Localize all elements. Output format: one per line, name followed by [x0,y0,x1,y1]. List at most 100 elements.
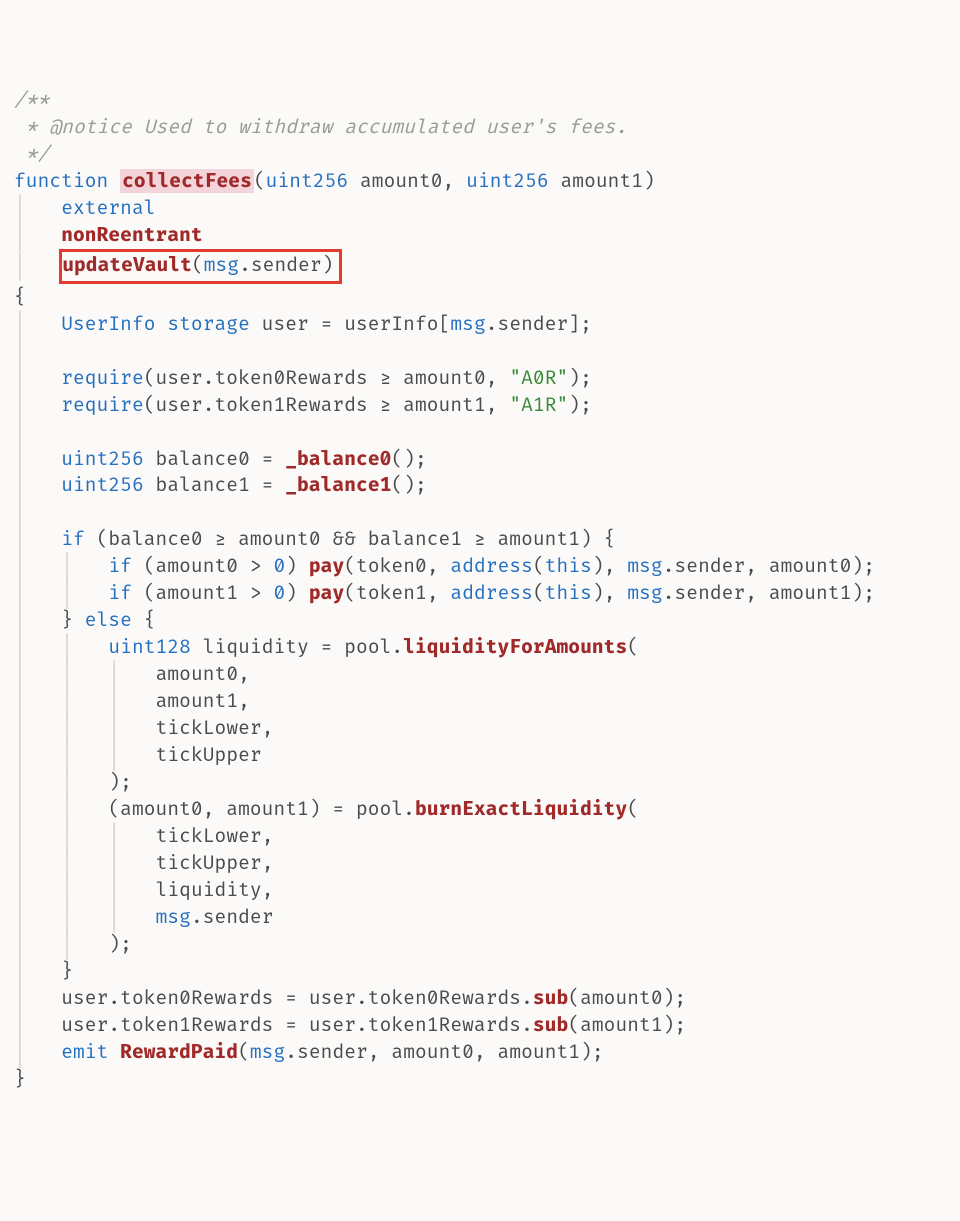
indent-guide: │ [14,878,26,902]
msg-sender: msg [204,253,239,277]
msg-ident: msg [627,554,662,578]
code-text: ( [533,554,545,578]
code-text: ( [238,1040,250,1064]
code-text: .sender, amount1); [663,581,875,605]
indent-guide: │ [14,608,26,632]
code-text: ( [627,797,639,821]
paren-open: ( [254,169,266,193]
paren-close: ) [643,169,655,193]
indent-guide: │ [14,312,26,336]
keyword-require: require [61,366,144,390]
indent-guide: │ [108,851,120,875]
paren-open: ( [192,253,204,277]
indent-guide: │ [14,473,26,497]
code-text: user = userInfo[ [250,312,450,336]
keyword-address: address [450,581,533,605]
indent-guide: │ [61,824,73,848]
arg: amount1, [156,689,250,713]
indent-guide: │ [61,851,73,875]
indent-guide: │ [14,1040,26,1064]
indent-guide: │ [61,743,73,767]
number-literal: 0 [273,554,285,578]
indent-guide: │ [14,393,26,417]
indent-guide: │ [14,662,26,686]
indent-guide: │ [108,743,120,767]
string-literal: "A0R" [509,366,568,390]
code-text: (); [391,473,426,497]
code-text: ); [108,770,132,794]
code-text: ), [592,581,627,605]
modifier-external: external [61,196,155,220]
fn-balance1: _balance1 [285,473,391,497]
arg: tickLower, [156,716,274,740]
indent-guide: │ [14,527,26,551]
indent-guide: │ [61,878,73,902]
modifier-nonreentrant: nonReentrant [61,223,203,247]
highlight-box: updateVault(msg.sender) [59,249,342,284]
indent-guide: │ [14,635,26,659]
code-text: ) [285,554,309,578]
code-text: (token0, [344,554,450,578]
comment-line: */ [14,142,49,166]
code-text: ); [568,366,592,390]
code-text: (amount0 > [132,554,274,578]
code-text: } [61,608,85,632]
indent-guide: │ [14,851,26,875]
code-text: (amount0, amount1) = pool. [108,797,415,821]
code-text: user.token1Rewards = user.token1Rewards. [61,1013,533,1037]
indent-guide: │ [61,689,73,713]
indent-guide: │ [14,797,26,821]
paren-close: ) [322,253,334,277]
brace-open: { [14,285,26,309]
indent-guide: │ [108,905,120,929]
indent-guide: │ [14,959,26,983]
fn-sub: sub [533,986,568,1010]
indent-guide: │ [108,662,120,686]
code-text: (amount1 > [132,581,274,605]
keyword-function: function [14,169,108,193]
indent-guide: │ [61,797,73,821]
indent-guide: │ [14,932,26,956]
brace-close: } [61,959,73,983]
code-text: (balance0 ≥ amount0 && balance1 ≥ amount… [85,527,616,551]
param-name: amount1 [549,169,643,193]
type-uint256: uint256 [61,447,144,471]
msg-ident: msg [156,905,191,929]
arg: tickUpper [156,743,262,767]
fn-balance0: _balance0 [285,447,391,471]
fn-pay: pay [309,581,344,605]
keyword-else: else [85,608,132,632]
indent-guide: │ [108,824,120,848]
code-text: ( [533,581,545,605]
brace-close: } [14,1067,26,1091]
indent-guide: │ [108,716,120,740]
indent-guide: │ [14,905,26,929]
code-text: .sender]; [486,312,592,336]
param-name: amount0, [348,169,466,193]
indent-guide: │ [61,635,73,659]
code-text: { [132,608,156,632]
comment-line: * @notice Used to withdraw accumulated u… [14,115,627,139]
fn-liquidityforamounts: liquidityForAmounts [403,635,627,659]
code-text: liquidity = pool. [191,635,403,659]
fn-burnexactliquidity: burnExactLiquidity [415,797,627,821]
modifier-updatevault: updateVault [62,253,192,277]
keyword-if: if [108,554,132,578]
indent-guide: │ [14,1013,26,1037]
indent-guide: │ [61,716,73,740]
type-uint256: uint256 [61,473,144,497]
code-text: ), [592,554,627,578]
function-name: collectFees [120,169,254,193]
code-text: ( [627,635,639,659]
code-text: (token1, [344,581,450,605]
msg-ident: msg [250,1040,285,1064]
keyword-require: require [61,393,144,417]
arg: tickUpper, [156,851,274,875]
sender-tail: .sender [239,253,322,277]
indent-guide: │ [14,223,26,247]
code-text: balance0 = [144,447,286,471]
keyword-storage: storage [156,312,250,336]
type-uint128: uint128 [108,635,191,659]
code-text: .sender, amount0, amount1); [285,1040,603,1064]
event-rewardpaid: RewardPaid [120,1040,238,1064]
